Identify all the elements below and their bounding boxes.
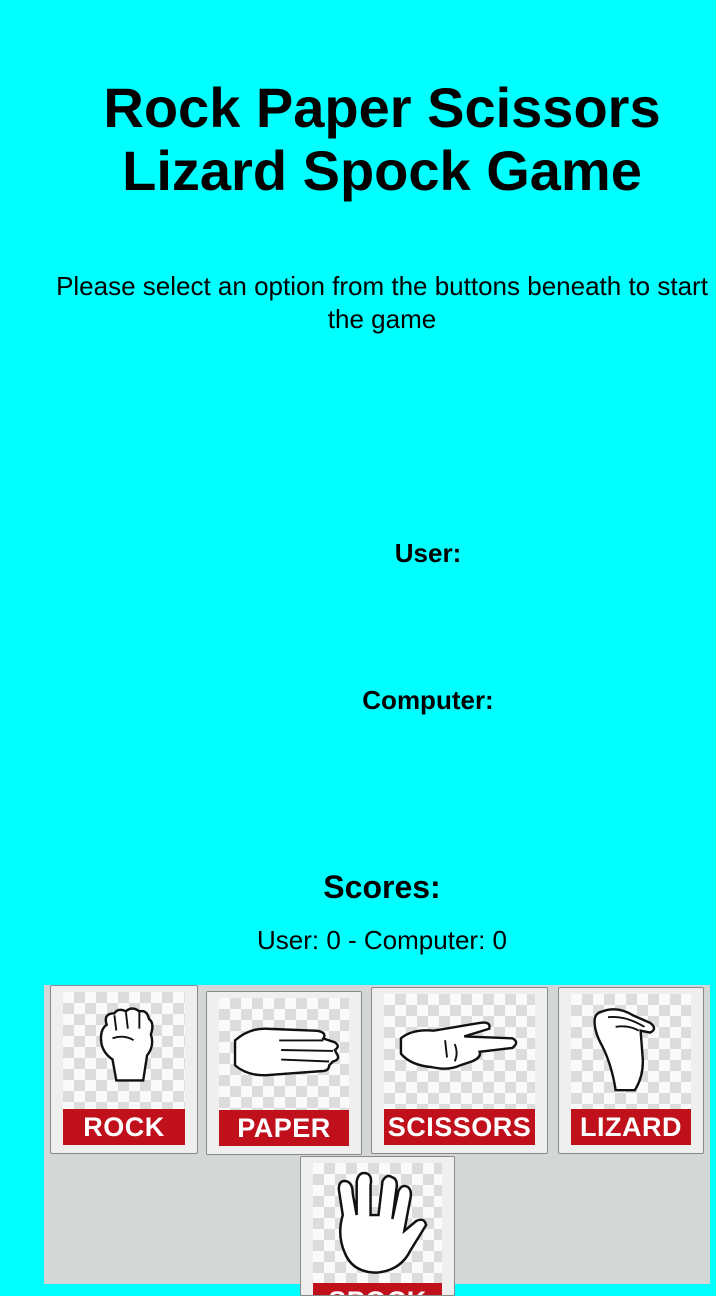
scissors-label: SCISSORS [384,1109,535,1145]
paper-label: PAPER [219,1110,349,1146]
flat-hand-icon [233,1027,340,1077]
computer-choice-label: Computer: [362,685,494,715]
scores-line: User: 0 - Computer: 0 [257,925,507,955]
options-panel: ROCK PAPER SCISSORS LIZARD [44,985,710,1296]
user-choice-label: User: [394,538,462,568]
scissors-card: SCISSORS [384,994,535,1145]
vulcan-salute-icon [337,1171,428,1274]
lizard-card: LIZARD [571,994,691,1145]
instructions-text: Please select an option from the buttons… [56,271,708,334]
rock-card: ROCK [63,992,185,1145]
paper-card: PAPER [219,998,349,1146]
lizard-hand-icon [593,1008,656,1092]
lizard-label: LIZARD [571,1109,691,1145]
rock-button[interactable]: ROCK [50,985,198,1154]
spock-label: SPOCK [313,1283,442,1295]
scores-heading: Scores: [323,869,441,905]
fist-icon [99,1007,154,1082]
scissors-hand-icon [399,1021,518,1070]
scissors-button[interactable]: SCISSORS [371,987,548,1154]
lizard-button[interactable]: LIZARD [558,987,704,1154]
spock-card: SPOCK [313,1163,442,1295]
paper-button[interactable]: PAPER [206,991,362,1155]
title-line-1: Rock Paper Scissors [103,76,661,139]
rock-label: ROCK [63,1109,185,1145]
title-line-2: Lizard Spock Game [122,139,642,202]
spock-button[interactable]: SPOCK [300,1156,455,1296]
game-title: Rock Paper Scissors Lizard Spock Game [48,76,716,202]
